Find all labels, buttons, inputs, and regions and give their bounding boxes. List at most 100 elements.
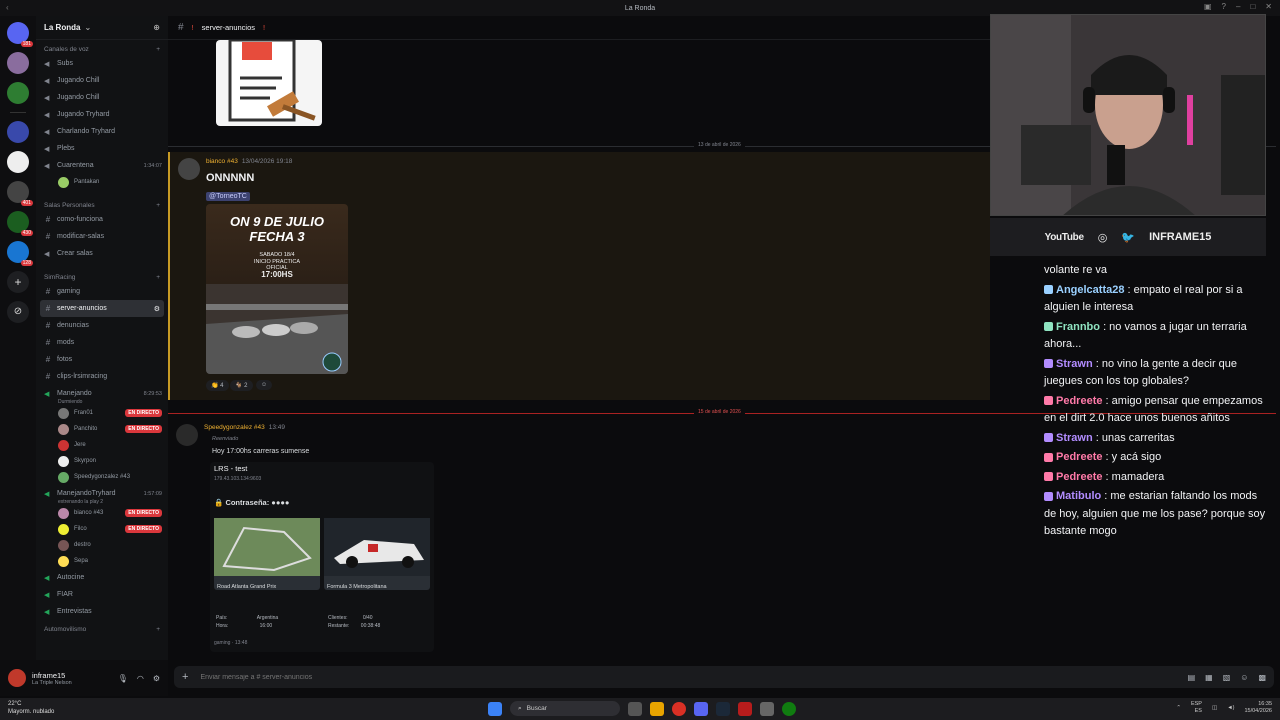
- add-channel-icon[interactable]: +: [156, 46, 160, 53]
- server-icon[interactable]: [7, 82, 29, 104]
- gift-icon[interactable]: ▤: [1188, 673, 1196, 682]
- voice-user[interactable]: Fran01 EN DIRECTO: [36, 405, 168, 421]
- gear-icon[interactable]: ⚙: [153, 674, 160, 683]
- voice-user[interactable]: Jere: [36, 437, 168, 453]
- clock[interactable]: 16:35 15/04/2026: [1244, 701, 1272, 715]
- voice-channel[interactable]: ◀ Plebs: [36, 140, 168, 157]
- category-simracing[interactable]: SimRacing +: [36, 262, 168, 283]
- voice-channel[interactable]: ◀ Entrevistas: [36, 603, 168, 620]
- mention[interactable]: @TorneoTC: [206, 192, 250, 201]
- forward-source[interactable]: gaming · 13:48: [214, 640, 247, 646]
- app-icon[interactable]: [760, 701, 774, 716]
- chevron-up-icon[interactable]: ⌃: [1176, 705, 1181, 712]
- help-icon[interactable]: ?: [1222, 2, 1226, 11]
- close-icon[interactable]: ✕: [1265, 2, 1272, 11]
- text-channel[interactable]: # gaming: [36, 283, 168, 300]
- voice-user[interactable]: Pantakan: [36, 174, 168, 190]
- text-channel-active[interactable]: # server-anuncios ⚙: [40, 300, 164, 317]
- maximize-icon[interactable]: □: [1250, 2, 1255, 11]
- emoji-icon[interactable]: ☺: [1240, 673, 1248, 682]
- avatar[interactable]: [176, 424, 198, 446]
- add-channel-icon[interactable]: +: [156, 202, 160, 209]
- voice-channel[interactable]: ◀ Charlando Tryhard: [36, 123, 168, 140]
- add-channel-icon[interactable]: +: [156, 626, 160, 633]
- reaction[interactable]: 👏 4: [206, 380, 229, 391]
- car-card[interactable]: Formula 3 Metropolitana: [324, 518, 430, 590]
- add-member-icon[interactable]: ⊕: [153, 23, 160, 32]
- language-indicator[interactable]: ESP ES: [1191, 701, 1202, 715]
- task-view-icon[interactable]: [628, 701, 642, 716]
- gavel-image[interactable]: [216, 40, 322, 126]
- category-automovilismo[interactable]: Automovilismo +: [36, 620, 168, 635]
- windows-start-icon[interactable]: [488, 701, 502, 716]
- discord-icon[interactable]: [694, 701, 708, 716]
- voice-user[interactable]: Speedygonzalez #43: [36, 469, 168, 485]
- server-ip[interactable]: 179.43.103.134:9603: [214, 476, 261, 482]
- text-channel[interactable]: # mods: [36, 334, 168, 351]
- voice-channel[interactable]: ◀ Subs: [36, 55, 168, 72]
- server-icon[interactable]: 401: [7, 181, 33, 206]
- chrome-icon[interactable]: [672, 701, 686, 716]
- voice-channel[interactable]: ◀ Autocine: [36, 569, 168, 586]
- minimize-icon[interactable]: –: [1236, 2, 1240, 11]
- text-channel[interactable]: # clips-lrsimracing: [36, 368, 168, 385]
- server-icon[interactable]: 128: [7, 241, 33, 266]
- avatar[interactable]: [8, 669, 26, 687]
- add-server-icon[interactable]: +: [7, 271, 29, 293]
- server-icon[interactable]: [7, 52, 29, 74]
- app-icon[interactable]: [738, 701, 752, 716]
- voice-user[interactable]: Sepa: [36, 553, 168, 569]
- attach-icon[interactable]: +: [182, 671, 188, 683]
- steam-icon[interactable]: [716, 701, 730, 716]
- text-channel[interactable]: # como-funciona: [36, 211, 168, 228]
- event-poster-image[interactable]: ON 9 DE JULIO FECHA 3 SABADO 18/4 INICIO…: [206, 204, 348, 374]
- weather-widget[interactable]: 22°C Mayorm. nublado: [8, 700, 54, 716]
- avatar[interactable]: [178, 158, 200, 180]
- voice-channel[interactable]: ◀ FIAR: [36, 586, 168, 603]
- gif-icon[interactable]: ▦: [1205, 673, 1213, 682]
- network-icon[interactable]: ◫: [1212, 705, 1217, 712]
- voice-channel[interactable]: ◀ Jugando Tryhard: [36, 106, 168, 123]
- info-label: Hora:: [216, 623, 229, 629]
- text-channel[interactable]: # fotos: [36, 351, 168, 368]
- xbox-icon[interactable]: [782, 701, 796, 716]
- add-reaction-icon[interactable]: ☺: [256, 380, 273, 390]
- add-channel-icon[interactable]: +: [156, 274, 160, 281]
- file-explorer-icon[interactable]: [650, 701, 664, 716]
- author-name[interactable]: Speedygonzalez #43: [204, 424, 265, 431]
- text-channel[interactable]: # denuncias: [36, 317, 168, 334]
- track-card[interactable]: Road Atlanta Grand Prix: [214, 518, 320, 590]
- server-icon[interactable]: 430: [7, 211, 33, 236]
- taskbar-search[interactable]: ⌕ Buscar: [510, 701, 620, 716]
- settings-icon[interactable]: ⚙: [154, 305, 160, 313]
- voice-user[interactable]: bianco #43 EN DIRECTO: [36, 505, 168, 521]
- home-icon[interactable]: 181: [7, 22, 33, 47]
- voice-user[interactable]: Panchito EN DIRECTO: [36, 421, 168, 437]
- voice-user[interactable]: Skyrpon: [36, 453, 168, 469]
- voice-channel[interactable]: ◀ Cuarentena 1:34:07: [36, 157, 168, 174]
- author-name[interactable]: bianco #43: [206, 158, 238, 165]
- mic-icon[interactable]: 🎙: [118, 674, 128, 683]
- category-personal[interactable]: Salas Personales +: [36, 190, 168, 211]
- back-icon[interactable]: ‹: [6, 3, 9, 12]
- explore-icon[interactable]: ⊘: [7, 301, 29, 323]
- category-voice[interactable]: Canales de voz +: [36, 40, 168, 55]
- server-icon[interactable]: [7, 121, 29, 143]
- inbox-icon[interactable]: ▣: [1204, 2, 1212, 11]
- server-icon[interactable]: [7, 151, 29, 173]
- server-invite-card[interactable]: LRS - test 179.43.103.134:9603 🔒 Contras…: [210, 462, 434, 652]
- voice-channel[interactable]: ◀ Jugando Chill: [36, 89, 168, 106]
- voice-user[interactable]: Filco EN DIRECTO: [36, 521, 168, 537]
- voice-channel[interactable]: ◀ Jugando Chill: [36, 72, 168, 89]
- message-input[interactable]: [200, 673, 1176, 681]
- message[interactable]: bianco #43 13/04/2026 19:18 ONNNNN @Torn…: [168, 152, 990, 400]
- server-header[interactable]: La Ronda ⌄ ⊕: [36, 16, 168, 40]
- volume-icon[interactable]: ◄): [1227, 705, 1234, 712]
- apps-icon[interactable]: ▩: [1258, 673, 1266, 682]
- text-channel[interactable]: # modificar-salas: [36, 228, 168, 245]
- headphones-icon[interactable]: ◠: [137, 674, 144, 683]
- sticker-icon[interactable]: ▧: [1223, 673, 1231, 682]
- voice-channel[interactable]: ◀ Crear salas: [36, 245, 168, 262]
- reaction[interactable]: 🐐 2: [230, 380, 253, 391]
- voice-user[interactable]: destro: [36, 537, 168, 553]
